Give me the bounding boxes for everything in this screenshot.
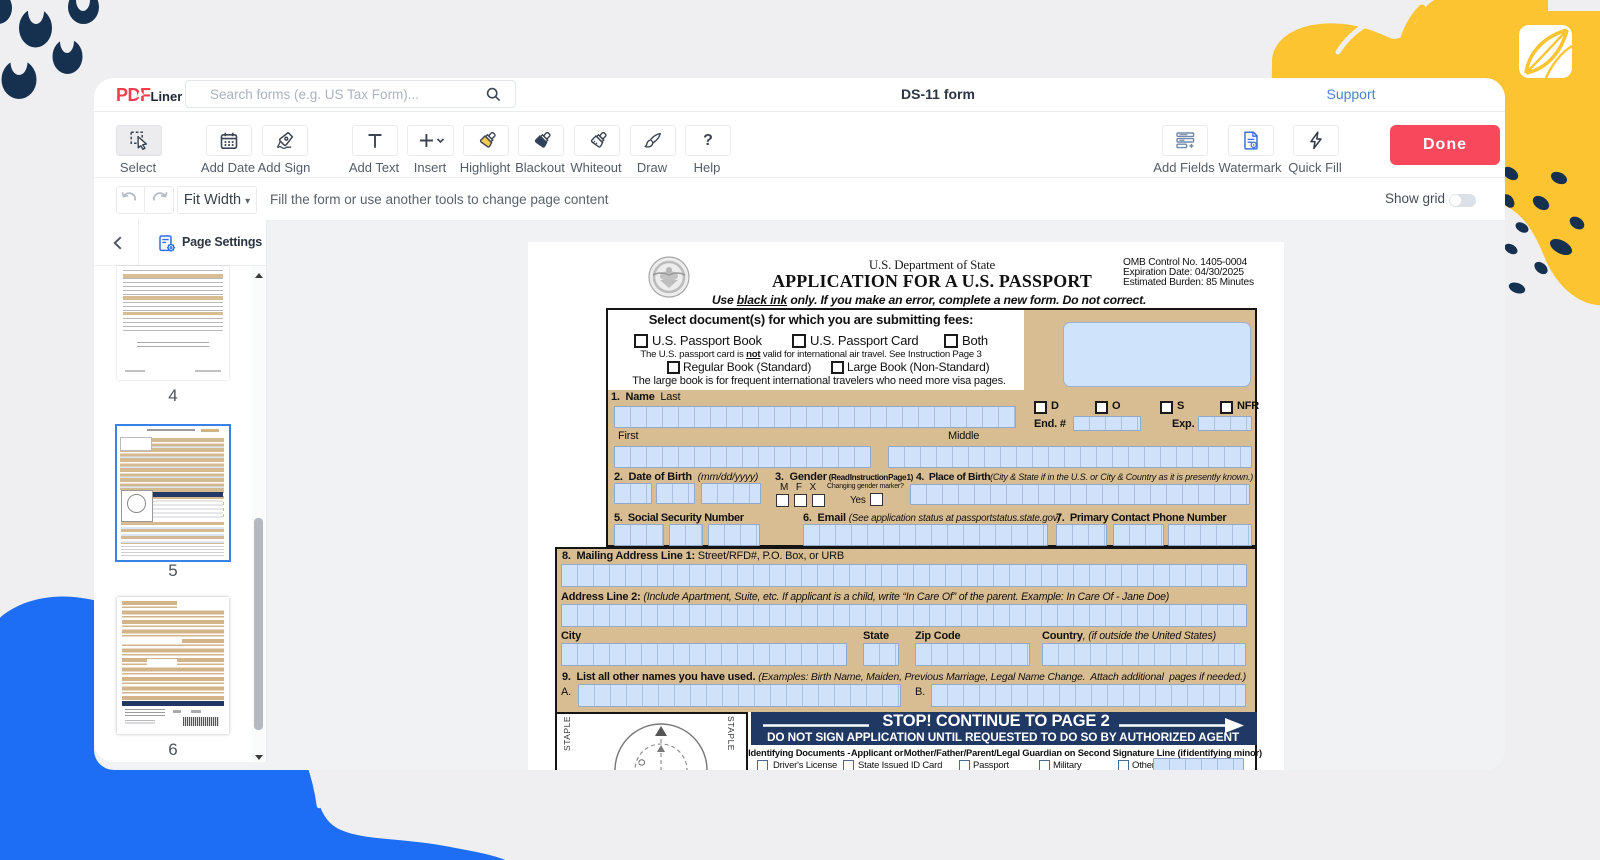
svg-text:O: O: [637, 759, 647, 766]
